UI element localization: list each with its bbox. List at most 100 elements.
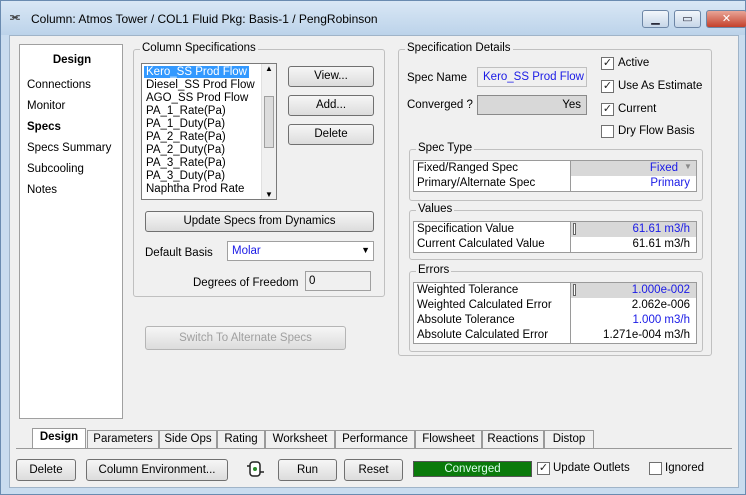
spec-list-item[interactable]: Kero_SS Prod Flow (144, 66, 249, 78)
current-checkbox[interactable]: ✓ (601, 103, 614, 116)
tab-side-ops[interactable]: Side Ops (159, 430, 217, 448)
switch-alternate-specs-button[interactable]: Switch To Alternate Specs (145, 326, 346, 350)
tab-divider (16, 448, 732, 449)
spec-list-item[interactable]: PA_1_Rate(Pa) (146, 105, 226, 117)
spec-list-item[interactable]: AGO_SS Prod Flow (146, 92, 248, 104)
nav-item-monitor[interactable]: Monitor (27, 100, 65, 112)
tab-parameters[interactable]: Parameters (87, 430, 159, 448)
absolute-error-label: Absolute Calculated Error (414, 328, 571, 343)
absolute-error-value: 1.271e-004 m3/h (571, 328, 696, 343)
values-label: Values (416, 203, 455, 215)
use-as-estimate-checkbox[interactable]: ✓ (601, 80, 614, 93)
active-checkbox[interactable]: ✓ (601, 57, 614, 70)
table-row[interactable]: Absolute Tolerance 1.000 m3/h (414, 313, 696, 328)
table-row[interactable]: Specification Value 61.61 m3/h (414, 222, 696, 237)
fixed-ranged-label: Fixed/Ranged Spec (414, 161, 571, 176)
tab-performance[interactable]: Performance (335, 430, 415, 448)
spec-value-value[interactable]: 61.61 m3/h (571, 222, 696, 237)
nav-item-notes[interactable]: Notes (27, 184, 57, 196)
spec-list[interactable]: Kero_SS Prod Flow Diesel_SS Prod Flow AG… (141, 63, 277, 200)
weighted-error-label: Weighted Calculated Error (414, 298, 571, 313)
spec-name-field[interactable]: Kero_SS Prod Flow (477, 67, 587, 87)
weighted-error-value: 2.062e-006 (571, 298, 696, 313)
default-basis-label: Default Basis (145, 247, 213, 259)
spec-value-label: Specification Value (414, 222, 571, 237)
update-outlets-label: Update Outlets (553, 462, 630, 474)
chevron-down-icon[interactable]: ▼ (684, 162, 692, 171)
errors-label: Errors (416, 264, 452, 276)
tab-reactions[interactable]: Reactions (482, 430, 544, 448)
nav-item-specs-summary[interactable]: Specs Summary (27, 142, 111, 154)
maximize-button[interactable]: ▭ (674, 10, 701, 28)
table-row[interactable]: Weighted Tolerance 1.000e-002 (414, 283, 696, 298)
table-row[interactable]: Fixed/Ranged Spec Fixed ▼ (414, 161, 696, 176)
status-bar: Converged (413, 461, 532, 477)
spec-name-label: Spec Name (407, 72, 468, 84)
delete-spec-button[interactable]: Delete (288, 124, 374, 145)
design-nav: Design Connections Monitor Specs Specs S… (19, 44, 123, 419)
default-basis-select[interactable]: Molar ▼ (227, 241, 374, 261)
nav-item-specs[interactable]: Specs (27, 121, 61, 133)
current-label: Current (618, 103, 657, 115)
scroll-thumb[interactable] (264, 96, 274, 148)
spec-type-group: Spec Type Fixed/Ranged Spec Fixed ▼ Prim… (409, 142, 703, 201)
nav-header: Design (52, 54, 92, 66)
spec-type-label: Spec Type (416, 142, 475, 154)
nav-item-connections[interactable]: Connections (27, 79, 91, 91)
run-button[interactable]: Run (278, 459, 337, 481)
update-specs-button[interactable]: Update Specs from Dynamics (145, 211, 374, 232)
solver-icon[interactable] (246, 459, 266, 479)
current-value-value: 61.61 m3/h (571, 237, 696, 252)
weighted-tolerance-label: Weighted Tolerance (414, 283, 571, 298)
scroll-down-icon[interactable]: ▼ (265, 190, 273, 199)
close-button[interactable]: ✕ (706, 10, 746, 28)
ignored-checkbox[interactable] (649, 462, 662, 475)
absolute-tolerance-value[interactable]: 1.000 m3/h (571, 313, 696, 328)
spec-list-item[interactable]: PA_2_Duty(Pa) (146, 144, 225, 156)
delete-button[interactable]: Delete (16, 459, 76, 481)
nav-item-subcooling[interactable]: Subcooling (27, 163, 84, 175)
close-icon: ✕ (721, 13, 732, 25)
view-button[interactable]: View... (288, 66, 374, 87)
absolute-tolerance-label: Absolute Tolerance (414, 313, 571, 328)
reset-button[interactable]: Reset (344, 459, 403, 481)
tab-rating[interactable]: Rating (217, 430, 265, 448)
chevron-down-icon[interactable]: ▼ (361, 245, 370, 255)
converged-label: Converged ? (407, 99, 473, 111)
fixed-ranged-value[interactable]: Fixed (571, 161, 696, 176)
tab-distop[interactable]: Distop (544, 430, 594, 448)
column-environment-button[interactable]: Column Environment... (86, 459, 228, 481)
column-specs-label: Column Specifications (140, 42, 258, 54)
spec-list-scrollbar[interactable]: ▲ ▼ (261, 64, 276, 199)
spec-list-item[interactable]: PA_1_Duty(Pa) (146, 118, 225, 130)
scroll-up-icon[interactable]: ▲ (265, 64, 273, 73)
weighted-tolerance-value[interactable]: 1.000e-002 (571, 283, 696, 298)
client-area: Design Connections Monitor Specs Specs S… (9, 35, 739, 488)
maximize-icon: ▭ (682, 13, 693, 25)
current-value-label: Current Calculated Value (414, 237, 571, 252)
default-basis-value: Molar (232, 245, 261, 257)
errors-table: Weighted Tolerance 1.000e-002 Weighted C… (413, 282, 697, 344)
ignored-label: Ignored (665, 462, 705, 474)
primary-alternate-value[interactable]: Primary (571, 176, 696, 191)
primary-alternate-label: Primary/Alternate Spec (414, 176, 571, 191)
table-row: Weighted Calculated Error 2.062e-006 (414, 298, 696, 313)
spec-list-item[interactable]: Naphtha Prod Rate (146, 183, 244, 195)
tab-flowsheet[interactable]: Flowsheet (415, 430, 482, 448)
spec-list-item[interactable]: PA_2_Rate(Pa) (146, 131, 226, 143)
title-bar[interactable]: ⫘ Column: Atmos Tower / COL1 Fluid Pkg: … (1, 1, 746, 35)
window-title: Column: Atmos Tower / COL1 Fluid Pkg: Ba… (31, 12, 378, 26)
dry-flow-basis-checkbox[interactable] (601, 125, 614, 138)
add-button[interactable]: Add... (288, 95, 374, 116)
tab-worksheet[interactable]: Worksheet (265, 430, 335, 448)
spec-list-item[interactable]: Diesel_SS Prod Flow (146, 79, 255, 91)
tab-design[interactable]: Design (32, 428, 86, 449)
table-row: Current Calculated Value 61.61 m3/h (414, 237, 696, 252)
table-row[interactable]: Primary/Alternate Spec Primary (414, 176, 696, 191)
update-outlets-checkbox[interactable]: ✓ (537, 462, 550, 475)
values-group: Values Specification Value 61.61 m3/h Cu… (409, 203, 703, 260)
spec-list-item[interactable]: PA_3_Duty(Pa) (146, 170, 225, 182)
spec-list-item[interactable]: PA_3_Rate(Pa) (146, 157, 226, 169)
minimize-button[interactable]: ▁ (642, 10, 669, 28)
edit-cursor (573, 223, 576, 235)
